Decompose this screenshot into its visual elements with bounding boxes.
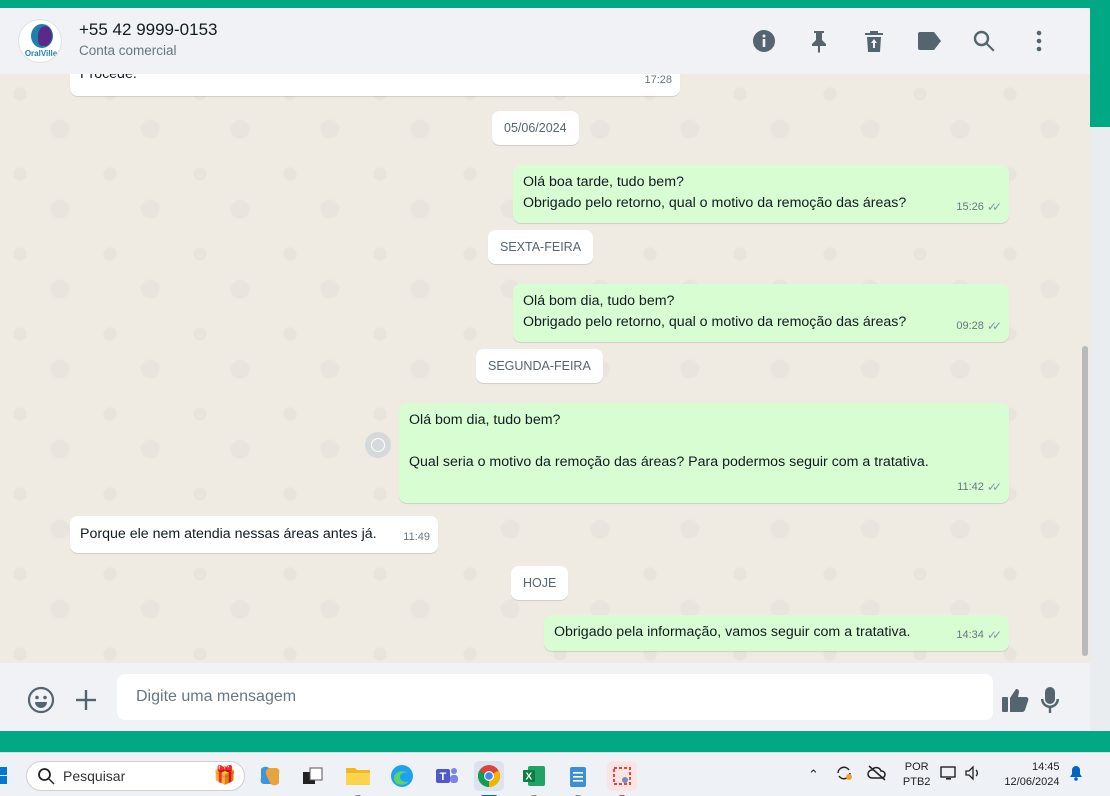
message-list[interactable]: Procede. 17:28 05/06/2024 Olá boa tarde,…: [0, 74, 1090, 663]
system-tray: ⌃ POR PTB2 14:45 12/06/2024: [808, 753, 1083, 796]
date-divider: SEGUNDA-FEIRA: [476, 349, 603, 383]
read-ticks-icon: ✓✓: [986, 480, 1002, 494]
svg-text:X: X: [526, 772, 533, 783]
message-line: Olá boa tarde, tudo bem?: [523, 174, 684, 190]
volume-icon[interactable]: [964, 764, 982, 786]
read-ticks-icon: ✓✓: [986, 319, 1002, 333]
message-outgoing[interactable]: Olá bom dia, tudo bem? Obrigado pelo ret…: [513, 284, 1009, 342]
attach-plus-icon[interactable]: [71, 685, 101, 715]
emoji-reaction-button[interactable]: [365, 432, 391, 458]
clock[interactable]: 14:45 12/06/2024: [1004, 760, 1059, 790]
message-outgoing[interactable]: Olá bom dia, tudo bem? Qual seria o moti…: [399, 403, 1009, 503]
taskbar-search[interactable]: Pesquisar 🎁: [26, 761, 245, 791]
teams-icon[interactable]: T: [432, 761, 462, 791]
clock-date: 12/06/2024: [1004, 776, 1060, 788]
keyboard-layout: PTB2: [902, 776, 931, 788]
message-line: Olá bom dia, tudo bem?: [523, 293, 675, 309]
date-divider: HOJE: [511, 566, 569, 600]
cloud-offline-icon[interactable]: [867, 764, 887, 786]
excel-icon[interactable]: X: [519, 761, 549, 796]
contact-info[interactable]: +55 42 9999-0153 Conta comercial: [79, 20, 218, 58]
message-meta: 15:26 ✓✓: [956, 197, 1002, 218]
date-divider: 05/06/2024: [492, 111, 579, 145]
task-view-icon[interactable]: [298, 761, 328, 791]
notification-bell-icon[interactable]: [1069, 765, 1083, 786]
file-explorer-icon[interactable]: [343, 761, 373, 796]
search-icon[interactable]: [956, 26, 1011, 56]
message-outgoing[interactable]: Olá boa tarde, tudo bem? Obrigado pelo r…: [513, 165, 1009, 223]
info-icon[interactable]: [736, 26, 791, 56]
whatsapp-window: OralVille +55 42 9999-0153 Conta comerci…: [0, 8, 1090, 731]
message-text: Procede.: [80, 74, 137, 82]
chat-header: OralVille +55 42 9999-0153 Conta comerci…: [0, 8, 1090, 74]
delete-icon[interactable]: [846, 26, 901, 56]
contact-name: +55 42 9999-0153: [79, 20, 218, 39]
contact-subtitle: Conta comercial: [79, 43, 177, 58]
pin-icon[interactable]: [791, 26, 846, 56]
message-time: 11:42: [957, 481, 984, 493]
network-icon[interactable]: [940, 765, 958, 786]
message-line: Obrigado pelo retorno, qual o motivo da …: [523, 314, 907, 330]
message-time: 11:49: [403, 531, 430, 543]
message-time: 17:28: [644, 74, 672, 86]
copilot-icon[interactable]: [255, 761, 285, 791]
label-icon[interactable]: [901, 26, 956, 56]
chat-scrollbar[interactable]: [1082, 74, 1088, 663]
message-meta: 14:34 ✓✓: [956, 625, 1002, 646]
svg-text:T: T: [440, 771, 447, 783]
message-incoming[interactable]: Procede. 17:28: [70, 74, 680, 96]
read-ticks-icon: ✓✓: [986, 200, 1002, 214]
smiley-icon: [371, 438, 385, 452]
language-code: POR: [904, 761, 929, 773]
message-text: Olá bom dia, tudo bem? Qual seria o moti…: [409, 410, 929, 473]
input-language[interactable]: POR PTB2: [903, 760, 931, 790]
scrollbar-thumb[interactable]: [1082, 346, 1088, 656]
windows-taskbar: Pesquisar 🎁 T X ⌃ POR PTB2 14:45 12/06/2…: [0, 752, 1110, 796]
search-icon: [38, 768, 55, 785]
message-text: Obrigado pela informação, vamos seguir c…: [554, 624, 911, 640]
window-edge: [1090, 127, 1110, 731]
message-time: 14:34: [956, 629, 984, 641]
message-outgoing[interactable]: Obrigado pela informação, vamos seguir c…: [544, 615, 1009, 651]
header-actions: [736, 26, 1066, 56]
message-time: 15:26: [956, 201, 984, 213]
message-incoming[interactable]: Porque ele nem atendia nessas áreas ante…: [70, 516, 438, 553]
message-line: Obrigado pelo retorno, qual o motivo da …: [523, 195, 907, 211]
message-text: Olá boa tarde, tudo bem? Obrigado pelo r…: [523, 172, 906, 214]
message-input[interactable]: [117, 674, 993, 720]
message-line: [409, 431, 929, 452]
message-line: Olá bom dia, tudo bem?: [409, 412, 561, 428]
emoji-icon[interactable]: [26, 685, 56, 715]
message-meta: 11:42 ✓✓: [957, 477, 1002, 498]
microphone-icon[interactable]: [1035, 685, 1065, 715]
composer: [0, 663, 1090, 731]
message-text: Olá bom dia, tudo bem? Obrigado pelo ret…: [523, 291, 906, 333]
snipping-tool-icon[interactable]: [607, 761, 637, 796]
sync-icon[interactable]: [835, 764, 853, 787]
message-time: 09:28: [956, 320, 984, 332]
read-ticks-icon: ✓✓: [986, 628, 1002, 642]
date-divider: SEXTA-FEIRA: [488, 230, 594, 264]
avatar-brand: OralVille: [24, 49, 58, 58]
chrome-icon[interactable]: [474, 761, 504, 796]
gift-icon: 🎁: [213, 765, 236, 785]
message-text: Porque ele nem atendia nessas áreas ante…: [80, 526, 377, 542]
more-icon[interactable]: [1011, 26, 1066, 56]
thumbs-up-icon[interactable]: [1000, 685, 1030, 715]
clock-time: 14:45: [1031, 761, 1060, 773]
notepad-icon[interactable]: [563, 761, 593, 796]
chevron-up-icon[interactable]: ⌃: [808, 767, 819, 783]
windows-start-icon[interactable]: [0, 766, 12, 784]
message-meta: 09:28 ✓✓: [956, 316, 1002, 337]
avatar[interactable]: OralVille: [18, 19, 62, 63]
message-line: Qual seria o motivo da remoção das áreas…: [409, 454, 929, 470]
edge-browser-icon[interactable]: [387, 761, 417, 791]
taskbar-search-label: Pesquisar: [63, 768, 126, 784]
